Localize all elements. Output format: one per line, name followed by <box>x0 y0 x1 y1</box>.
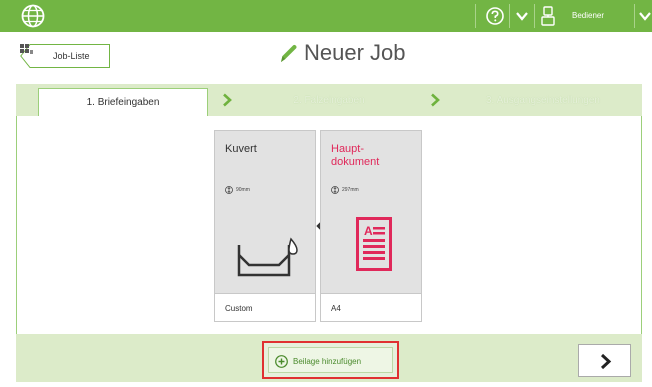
tab-ausgangseinstellungen[interactable]: 3. Ausgangseinstellungen <box>458 84 628 116</box>
chevron-right-icon <box>431 93 440 107</box>
document-icon: A <box>356 217 392 271</box>
job-list-icon <box>20 44 33 54</box>
main-document-card[interactable]: Haupt- dokument 297mm A A4 <box>320 130 422 322</box>
chevron-down-icon[interactable] <box>515 9 529 23</box>
help-icon[interactable] <box>486 7 504 25</box>
card-footer: Custom <box>215 293 315 321</box>
card-title-line1: Haupt- <box>331 143 365 155</box>
card-title-line2: dokument <box>331 156 380 168</box>
add-insert-button[interactable]: Beilage hinzufügen <box>262 341 399 379</box>
card-title: Kuvert <box>225 143 257 155</box>
step-tabs: 1. Briefeingaben 2. Falzeingaben 3. Ausg… <box>16 84 642 116</box>
user-icon <box>541 6 555 26</box>
card-measure-value: 90mm <box>236 187 250 193</box>
card-measure: 90mm <box>225 186 250 194</box>
page-title: Neuer Job <box>304 40 406 65</box>
job-list-label: Job-Liste <box>53 51 90 61</box>
chevron-right-icon <box>600 353 612 370</box>
user-name[interactable]: Bediener <box>572 11 604 20</box>
chevron-right-icon <box>223 93 232 107</box>
svg-text:A: A <box>364 224 373 238</box>
height-measure-icon <box>331 186 339 194</box>
tab-briefeingaben[interactable]: 1. Briefeingaben <box>38 88 208 116</box>
top-bar: Bediener <box>0 0 652 32</box>
next-button[interactable] <box>578 344 631 377</box>
card-measure: 297mm <box>331 186 359 194</box>
chevron-down-icon[interactable] <box>638 9 652 23</box>
pencil-icon <box>281 44 297 62</box>
add-insert-label: Beilage hinzufügen <box>293 357 362 366</box>
card-measure-value: 297mm <box>342 187 359 193</box>
globe-icon[interactable] <box>21 4 45 28</box>
card-title: Haupt- dokument <box>331 143 379 169</box>
height-measure-icon <box>225 186 233 194</box>
card-footer: A4 <box>321 293 421 321</box>
envelope-icon <box>237 237 298 277</box>
job-list-back-button[interactable]: Job-Liste <box>20 44 110 68</box>
envelope-card[interactable]: Kuvert 90mm Custom <box>214 130 316 322</box>
tab-falzeingaben[interactable]: 2. Falzeingaben <box>274 84 384 116</box>
plus-circle-icon <box>275 355 288 368</box>
